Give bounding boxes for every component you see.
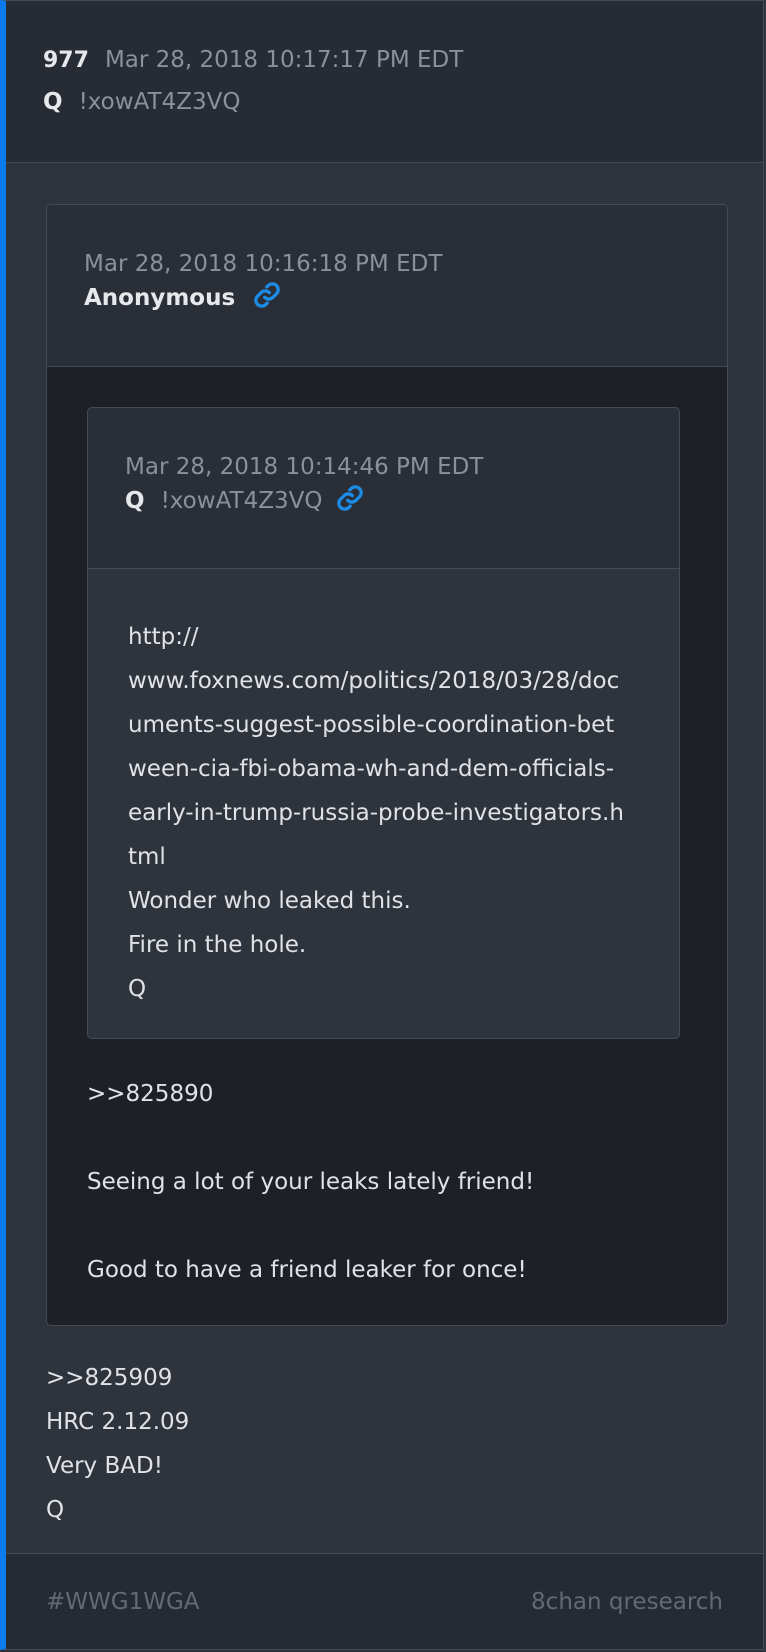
post-body: >>825909 HRC 2.12.09 Very BAD! Q	[46, 1356, 189, 1532]
nested-quote-author: Q	[125, 488, 145, 514]
post-author-line: Q !xowAT4Z3VQ	[43, 89, 763, 115]
quoted-post-q: Mar 28, 2018 10:14:46 PM EDT Q !xowAT4Z3…	[87, 407, 680, 1039]
post-footer: #WWG1WGA 8chan qresearch	[6, 1553, 763, 1649]
source-label: 8chan qresearch	[531, 1588, 723, 1615]
post-author: Q	[43, 89, 63, 115]
quoted-post-meta: Mar 28, 2018 10:16:18 PM EDT	[84, 251, 727, 277]
nested-quote-tripcode: !xowAT4Z3VQ	[160, 488, 323, 514]
quoted-post-body: >>825890 Seeing a lot of your leaks late…	[87, 1072, 534, 1292]
nested-quote-timestamp: Mar 28, 2018 10:14:46 PM EDT	[125, 454, 484, 480]
body-line: Good to have a friend leaker for once!	[87, 1257, 527, 1283]
post-number[interactable]: 977	[43, 48, 89, 73]
hashtag: #WWG1WGA	[46, 1588, 200, 1615]
quoted-post-author: Anonymous	[84, 285, 236, 311]
post-timestamp: Mar 28, 2018 10:17:17 PM EDT	[104, 47, 464, 73]
link-icon[interactable]	[336, 484, 364, 512]
body-signature: Q	[128, 976, 147, 1002]
reply-reference[interactable]: >>825909	[46, 1356, 189, 1400]
nested-quote-meta: Mar 28, 2018 10:14:46 PM EDT	[125, 454, 679, 480]
quoted-post-anonymous: Mar 28, 2018 10:16:18 PM EDT Anonymous M…	[46, 204, 728, 1326]
body-signature: Q	[46, 1497, 65, 1523]
body-line: HRC 2.12.09	[46, 1409, 190, 1435]
body-line: Wonder who leaked this.	[128, 888, 411, 914]
post-meta: 977 Mar 28, 2018 10:17:17 PM EDT	[43, 47, 763, 73]
link-icon[interactable]	[253, 281, 281, 309]
nested-quote-body: http:// www.foxnews.com/politics/2018/03…	[88, 569, 679, 1011]
article-url[interactable]: www.foxnews.com/politics/2018/03/28/docu…	[128, 659, 628, 879]
body-line: Seeing a lot of your leaks lately friend…	[87, 1169, 535, 1195]
post-tripcode: !xowAT4Z3VQ	[78, 89, 241, 115]
post-header: 977 Mar 28, 2018 10:17:17 PM EDT Q !xowA…	[6, 1, 763, 163]
body-line: Very BAD!	[46, 1453, 163, 1479]
reply-reference[interactable]: >>825890	[87, 1072, 534, 1116]
url-prefix[interactable]: http://	[128, 615, 679, 659]
nested-quote-header: Mar 28, 2018 10:14:46 PM EDT Q !xowAT4Z3…	[88, 408, 679, 569]
nested-quote-author-line: Q !xowAT4Z3VQ	[125, 480, 679, 514]
quoted-post-author-line: Anonymous	[84, 277, 727, 311]
body-line: Fire in the hole.	[128, 932, 307, 958]
post-card: 977 Mar 28, 2018 10:17:17 PM EDT Q !xowA…	[0, 0, 764, 1650]
quoted-post-header: Mar 28, 2018 10:16:18 PM EDT Anonymous	[47, 205, 727, 367]
quoted-post-timestamp: Mar 28, 2018 10:16:18 PM EDT	[84, 251, 443, 277]
